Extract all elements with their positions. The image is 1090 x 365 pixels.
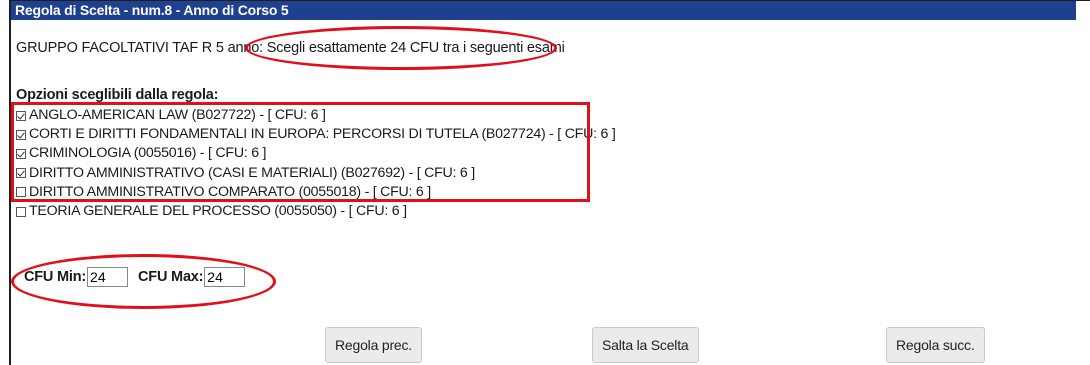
rule-header: Regola di Scelta - num.8 - Anno di Corso… <box>11 1 1076 20</box>
option-label: TEORIA GENERALE DEL PROCESSO (0055050) -… <box>29 203 407 220</box>
annotation-ellipse-cfu <box>11 254 276 309</box>
options-title: Opzioni sceglibili dalla regola: <box>16 87 219 103</box>
annotation-rect-options <box>11 102 590 202</box>
option-checkbox[interactable] <box>16 206 26 217</box>
annotation-ellipse-rule <box>245 26 557 70</box>
skip-choice-button[interactable]: Salta la Scelta <box>592 327 699 363</box>
prev-rule-button[interactable]: Regola prec. <box>325 327 422 363</box>
next-rule-button[interactable]: Regola succ. <box>886 327 985 363</box>
option-item[interactable]: TEORIA GENERALE DEL PROCESSO (0055050) -… <box>16 202 616 221</box>
group-label: GRUPPO FACOLTATIVI TAF R 5 anno <box>16 40 260 56</box>
